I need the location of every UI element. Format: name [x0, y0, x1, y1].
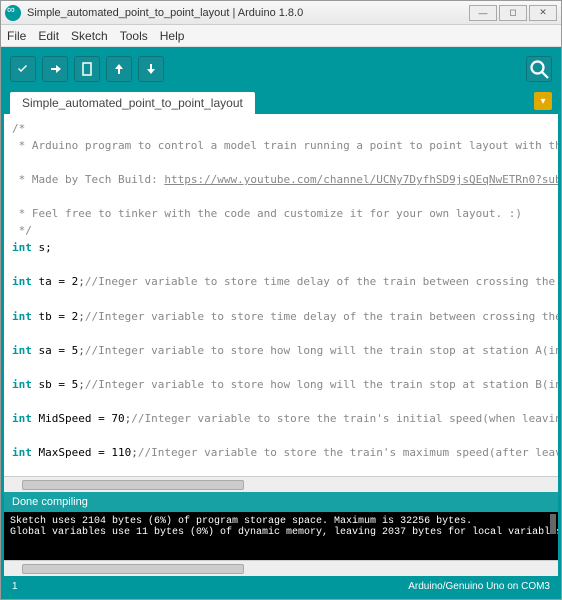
app-window: Simple_automated_point_to_point_layout |…	[0, 0, 562, 600]
file-icon	[79, 61, 95, 77]
console-hscrollbar[interactable]	[4, 560, 558, 576]
console-hscroll-thumb[interactable]	[22, 564, 244, 574]
status-bar: Done compiling	[4, 492, 558, 512]
menubar: File Edit Sketch Tools Help	[1, 25, 561, 47]
arduino-icon	[5, 5, 21, 21]
close-button[interactable]: ✕	[529, 5, 557, 21]
menu-edit[interactable]: Edit	[38, 29, 59, 43]
serial-monitor-button[interactable]	[526, 56, 552, 82]
console-line: Sketch uses 2104 bytes (6%) of program s…	[10, 516, 472, 527]
code-content[interactable]: /* * Arduino program to control a model …	[12, 120, 550, 476]
window-controls: — ◻ ✕	[467, 5, 557, 21]
save-button[interactable]	[138, 56, 164, 82]
tab-sketch[interactable]: Simple_automated_point_to_point_layout	[10, 92, 255, 114]
editor-hscrollbar[interactable]	[4, 476, 558, 492]
footer-bar: 1 Arduino/Genuino Uno on COM3	[4, 576, 558, 596]
titlebar[interactable]: Simple_automated_point_to_point_layout |…	[1, 1, 561, 25]
verify-button[interactable]	[10, 56, 36, 82]
menu-tools[interactable]: Tools	[120, 29, 148, 43]
board-info: Arduino/Genuino Uno on COM3	[408, 581, 550, 592]
editor-hscroll-thumb[interactable]	[22, 480, 244, 490]
code-editor[interactable]: /* * Arduino program to control a model …	[4, 114, 558, 476]
minimize-button[interactable]: —	[469, 5, 497, 21]
console-vscroll-thumb[interactable]	[550, 514, 556, 534]
console-line: Global variables use 11 bytes (0%) of dy…	[10, 527, 558, 538]
maximize-button[interactable]: ◻	[499, 5, 527, 21]
open-button[interactable]	[106, 56, 132, 82]
new-button[interactable]	[74, 56, 100, 82]
console-output[interactable]: Sketch uses 2104 bytes (6%) of program s…	[4, 512, 558, 560]
magnifier-icon	[527, 57, 551, 81]
window-title: Simple_automated_point_to_point_layout |…	[27, 7, 467, 19]
upload-button[interactable]	[42, 56, 68, 82]
line-number: 1	[12, 581, 32, 592]
menu-file[interactable]: File	[7, 29, 26, 43]
tab-menu-button[interactable]: ▾	[534, 92, 552, 110]
arrow-down-icon	[143, 61, 159, 77]
tabbar: Simple_automated_point_to_point_layout ▾	[4, 88, 558, 114]
menu-help[interactable]: Help	[160, 29, 185, 43]
arrow-up-icon	[111, 61, 127, 77]
arrow-right-icon	[47, 61, 63, 77]
status-text: Done compiling	[12, 496, 88, 508]
menu-sketch[interactable]: Sketch	[71, 29, 108, 43]
toolbar	[4, 50, 558, 88]
check-icon	[15, 61, 31, 77]
main-area: Simple_automated_point_to_point_layout ▾…	[1, 47, 561, 599]
